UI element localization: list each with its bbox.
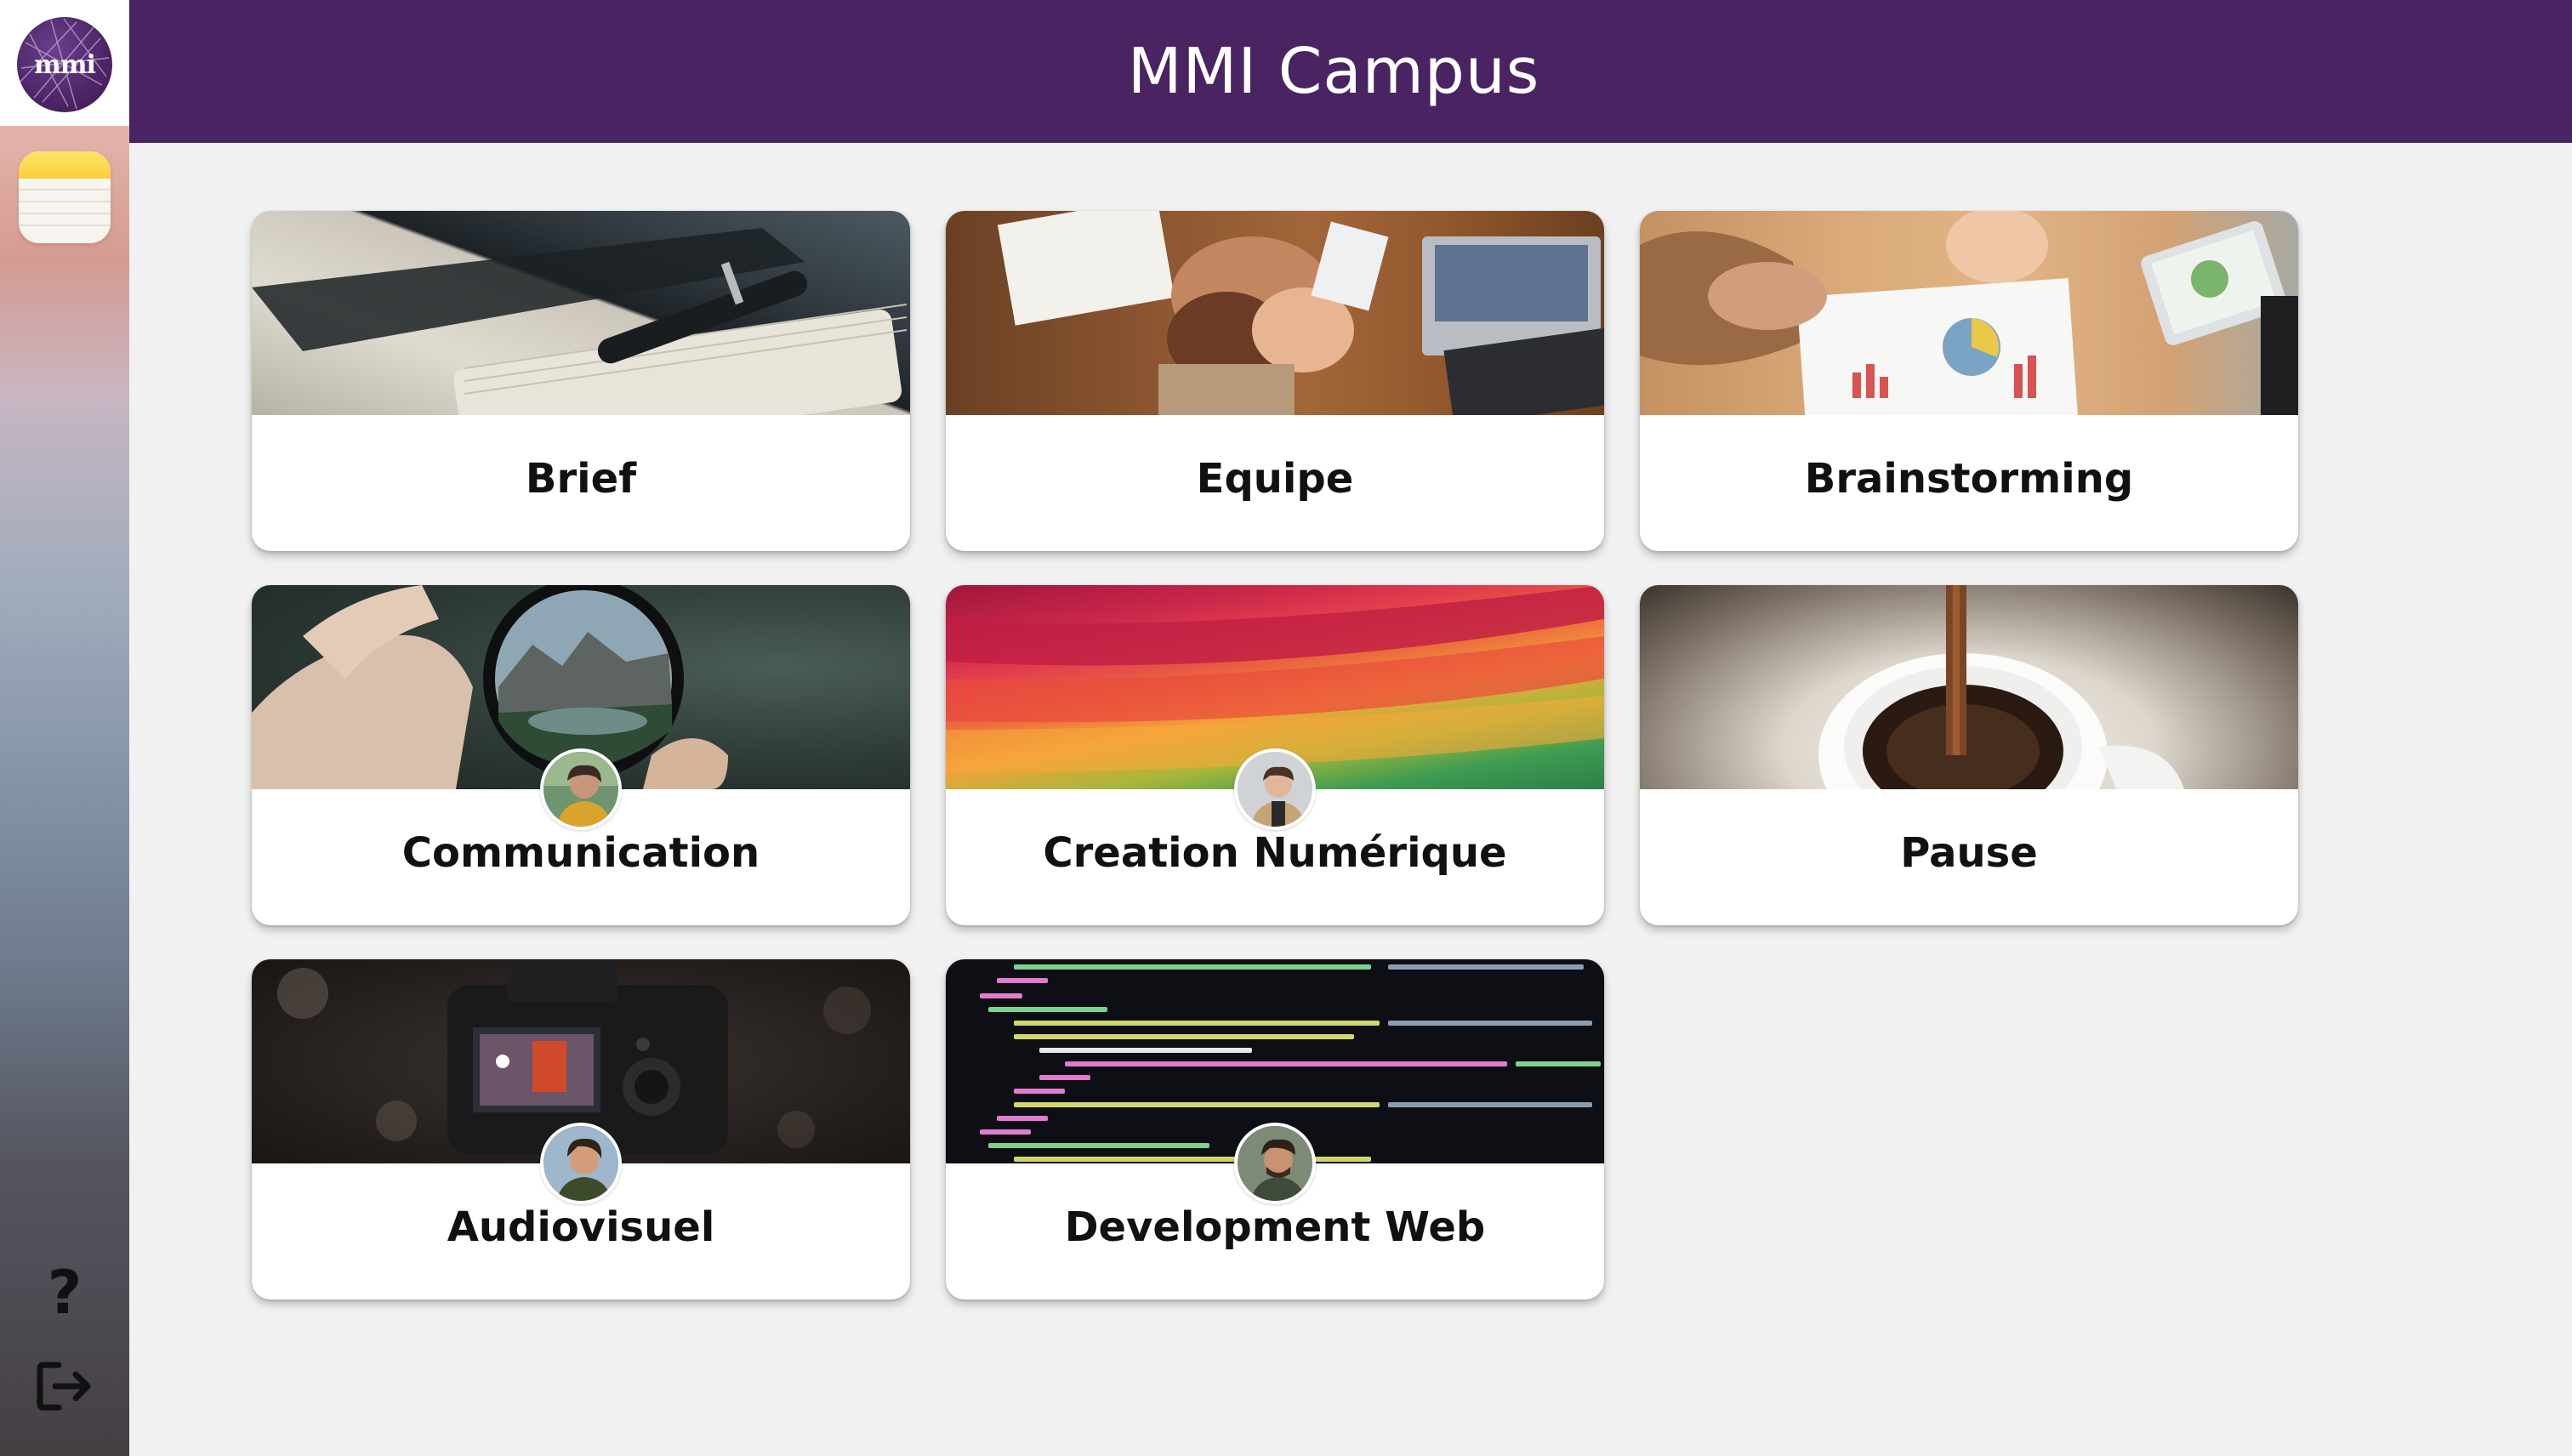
card-pause[interactable]: Pause — [1640, 585, 2298, 925]
sidebar: mmi ? — [0, 0, 129, 1456]
notebook-image — [252, 211, 910, 415]
logout-icon[interactable] — [31, 1352, 99, 1420]
card-label: Creation Numérique — [1043, 829, 1507, 877]
card-brainstorming[interactable]: Brainstorming — [1640, 211, 2298, 551]
logo-container[interactable]: mmi — [0, 0, 129, 126]
card-audiovisuel[interactable]: Audiovisuel — [252, 959, 910, 1300]
logo-text: mmi — [34, 49, 96, 80]
page-title: MMI Campus — [1127, 35, 1540, 108]
card-label: Communication — [401, 829, 760, 877]
card-equipe[interactable]: Equipe — [946, 211, 1604, 551]
card-label: Equipe — [1196, 455, 1354, 503]
notes-app-icon[interactable] — [19, 151, 111, 243]
mmi-logo-icon[interactable]: mmi — [17, 17, 112, 112]
team-hands-image — [946, 211, 1604, 415]
card-label: Brief — [525, 455, 637, 503]
coffee-cup-image — [1640, 585, 2298, 789]
card-development-web[interactable]: Development Web — [946, 959, 1604, 1300]
card-label: Audiovisuel — [447, 1203, 715, 1251]
card-label: Brainstorming — [1804, 455, 2134, 503]
header-bar: MMI Campus — [129, 0, 2572, 143]
card-label: Development Web — [1064, 1203, 1486, 1251]
card-brief[interactable]: Brief — [252, 211, 910, 551]
charts-meeting-image — [1640, 211, 2298, 415]
card-creation-numerique[interactable]: Creation Numérique — [946, 585, 1604, 925]
card-communication[interactable]: Communication — [252, 585, 910, 925]
card-label: Pause — [1900, 829, 2038, 877]
help-icon[interactable]: ? — [31, 1258, 99, 1328]
